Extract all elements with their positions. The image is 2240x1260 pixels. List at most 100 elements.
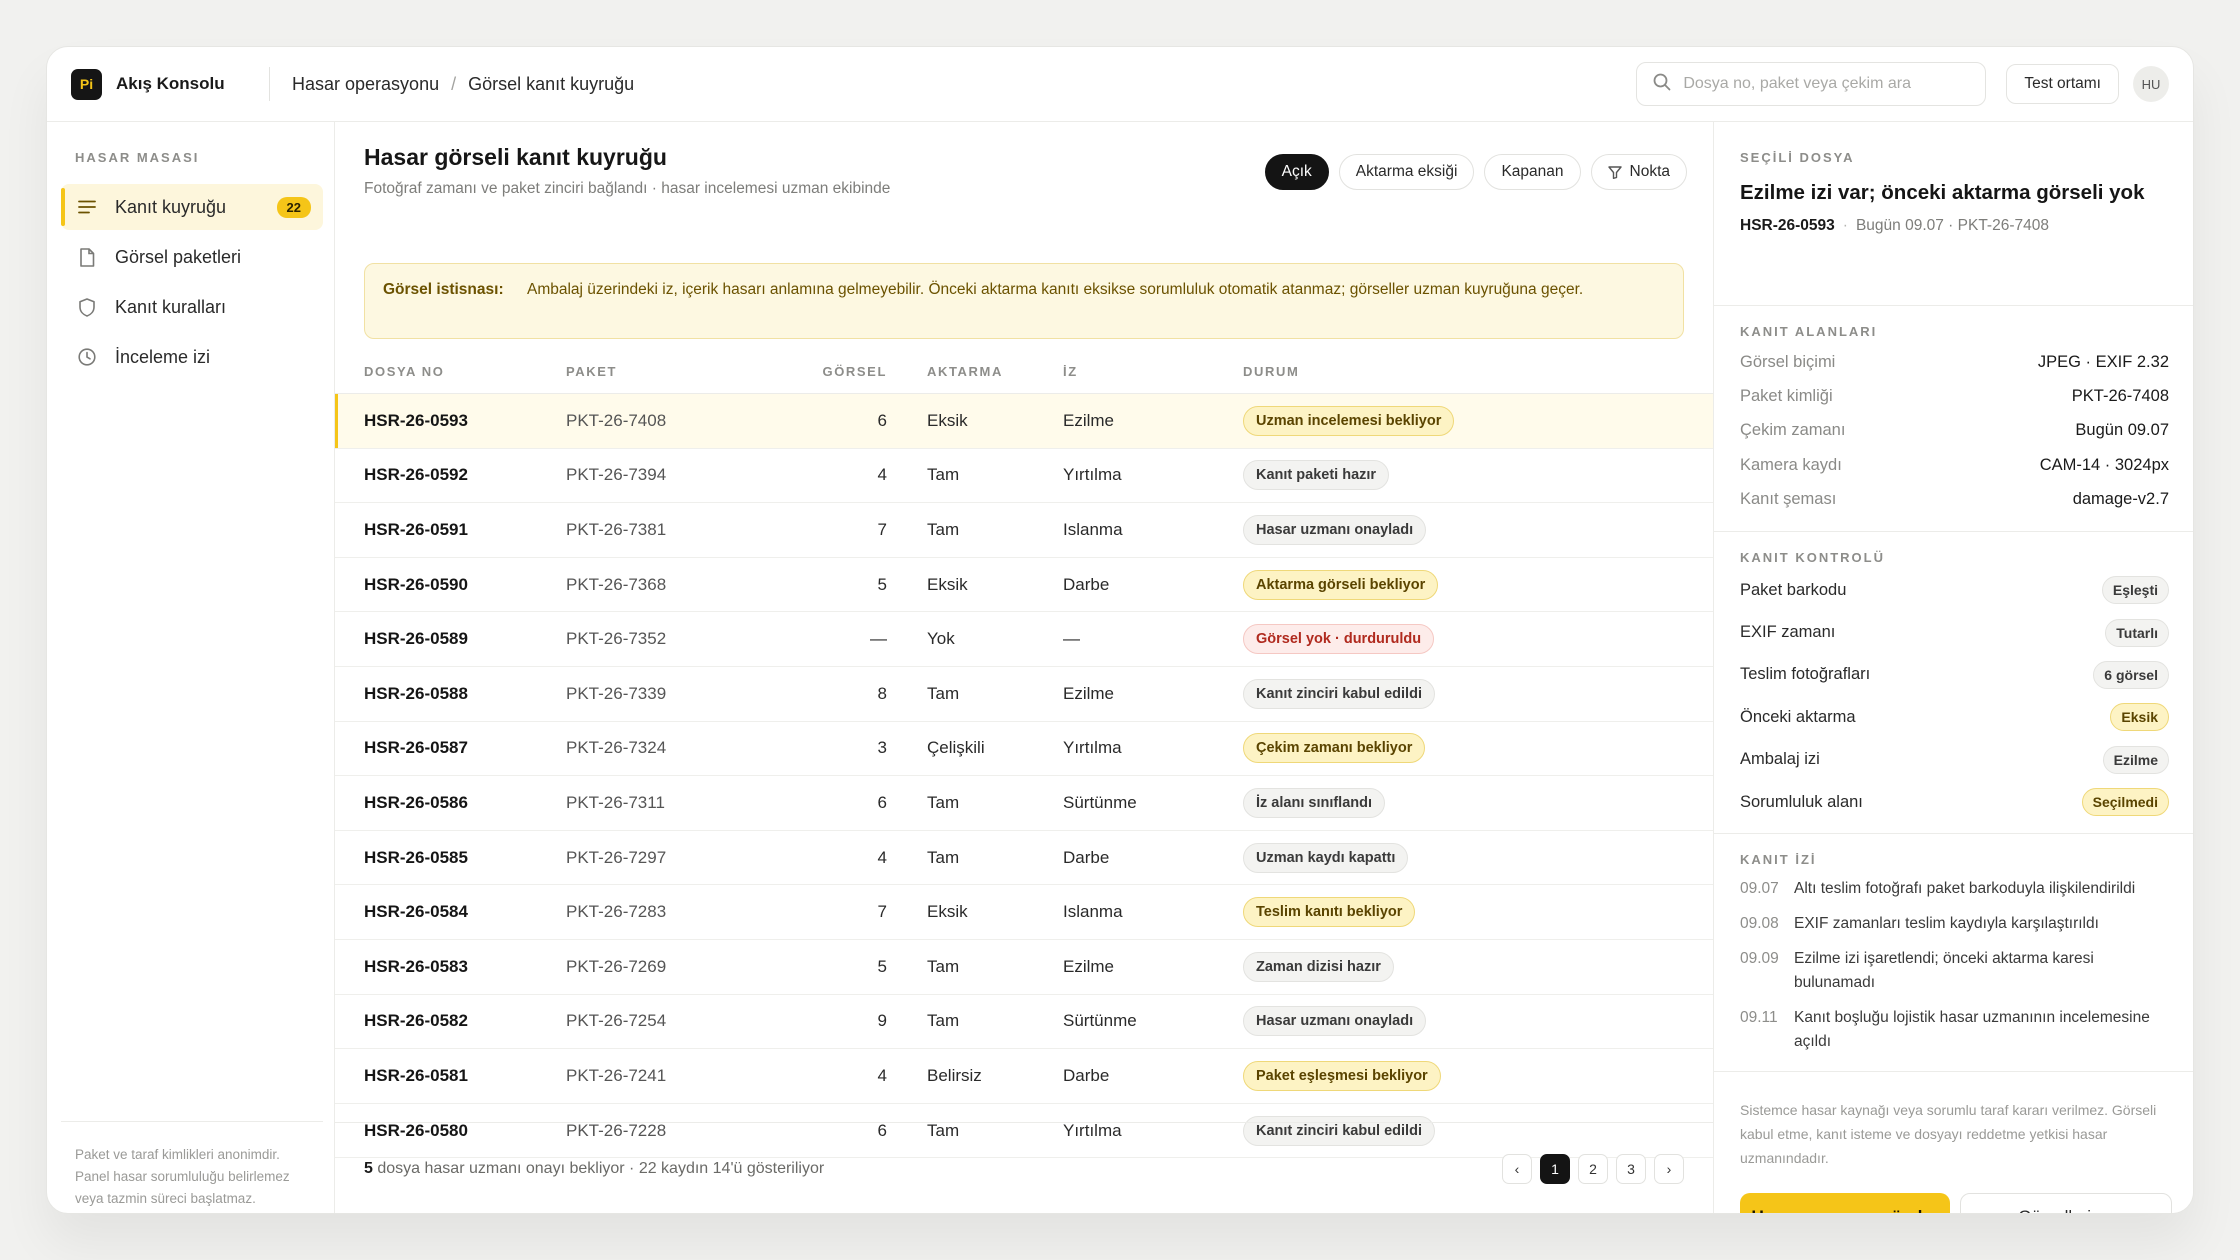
package-id: PKT-26-7368 <box>566 574 667 594</box>
page-3-button[interactable]: 3 <box>1616 1154 1646 1184</box>
trail-description: Ezilme izi işaretlendi; önceki aktarma k… <box>1794 950 2094 992</box>
table-row[interactable]: HSR-26-0586 PKT-26-7311 6 Tam Sürtünme İz ala… <box>335 776 1713 831</box>
status-cell: Görsel yok · durduruldu <box>1243 624 1713 655</box>
status-badge: Kanıt paketi hazır <box>1243 460 1390 491</box>
table-row[interactable]: HSR-26-0590 PKT-26-7368 5 Eksik Darbe Aktarma… <box>335 558 1713 613</box>
sidebar-item-image-packages[interactable]: Görsel paketleri <box>61 234 323 280</box>
table-row[interactable]: HSR-26-0587 PKT-26-7324 3 Çelişkili Yırtılma… <box>335 722 1713 777</box>
filter-point[interactable]: Nokta <box>1590 154 1687 190</box>
file-number: HSR-26-0592 <box>364 465 468 485</box>
next-page-button[interactable]: › <box>1654 1154 1684 1184</box>
check-badge: Tutarlı <box>2105 618 2169 647</box>
table-row[interactable]: HSR-26-0588 PKT-26-7339 8 Tam Ezilme Kanıt zi… <box>335 667 1713 722</box>
sidebar-item-evidence-queue[interactable]: Kanıt kuyruğu 22 <box>61 184 323 230</box>
image-exception-notice: Görsel istisnası: Ambalaj üzerindeki iz,… <box>364 263 1684 339</box>
sidebar-item-review-trail[interactable]: İnceleme izi <box>61 334 323 380</box>
file-number: HSR-26-0584 <box>364 902 468 922</box>
checks-label: KANIT KONTROLÜ <box>1740 549 1885 565</box>
evidence-check: Önceki aktarma Eksik <box>1740 696 2169 738</box>
transfer-status: Tam <box>927 956 960 976</box>
filter-closed[interactable]: Kapanan <box>1484 154 1581 190</box>
trail-description: Altı teslim fotoğrafı paket barkoduyla i… <box>1794 880 2136 898</box>
evidence-fields: KANIT ALANLARI Görsel biçimi JPEG · EXIF … <box>1714 306 2193 532</box>
table-row[interactable]: HSR-26-0584 PKT-26-7283 7 Eksik Islanma Tesli… <box>335 885 1713 940</box>
image-count: 4 <box>877 1065 887 1085</box>
status-badge: Aktarma görseli bekliyor <box>1243 569 1439 600</box>
status-badge: Uzman kaydı kapattı <box>1243 842 1409 873</box>
transfer-status: Yok <box>927 629 955 649</box>
status-badge: Hasar uzmanı onayladı <box>1243 514 1427 545</box>
check-key: Teslim fotoğrafları <box>1740 665 1871 684</box>
open-images-button[interactable]: Görselleri aç <box>1960 1193 2172 1213</box>
page-1-button[interactable]: 1 <box>1540 1154 1570 1184</box>
filter-transfer-missing[interactable]: Aktarma eksiği <box>1338 154 1475 190</box>
field-key: Görsel biçimi <box>1740 352 1836 371</box>
evidence-field: Paket kimliği PKT-26-7408 <box>1740 379 2169 413</box>
selected-file-meta: HSR-26-0593 · Bugün 09.07 · PKT-26-7408 <box>1740 217 2169 235</box>
table-row[interactable]: HSR-26-0589 PKT-26-7352 — Yok — Görsel yok · … <box>335 612 1713 667</box>
status-badge: İz alanı sınıflandı <box>1243 787 1386 818</box>
selected-file-header: SEÇİLİ DOSYA Ezilme izi var; önceki akta… <box>1714 122 2193 306</box>
panel-section-label: SEÇİLİ DOSYA <box>1740 150 1855 165</box>
environment-button[interactable]: Test ortamı <box>2006 64 2119 104</box>
prev-page-button[interactable]: ‹ <box>1502 1154 1532 1184</box>
sidebar-item-label: Kanıt kuyruğu <box>115 196 227 217</box>
table-row[interactable]: HSR-26-0583 PKT-26-7269 5 Tam Ezilme Zaman di… <box>335 940 1713 995</box>
damage-mark: — <box>1063 629 1080 649</box>
status-badge: Görsel yok · durduruldu <box>1243 624 1435 655</box>
image-count: 8 <box>877 683 887 703</box>
transfer-status: Tam <box>927 683 960 703</box>
column-status[interactable]: DURUM <box>1243 364 1713 379</box>
transfer-status: Eksik <box>927 902 968 922</box>
evidence-check: Ambalaj izi Ezilme <box>1740 739 2169 781</box>
list-icon <box>77 197 97 217</box>
status-cell: Çekim zamanı bekliyor <box>1243 733 1713 764</box>
status-cell: Teslim kanıtı bekliyor <box>1243 897 1713 928</box>
transfer-status: Belirsiz <box>927 1065 982 1085</box>
damage-mark: Islanma <box>1063 902 1123 922</box>
search-box[interactable] <box>1636 62 1987 106</box>
trail-time: 09.07 <box>1740 880 1779 898</box>
package-id: PKT-26-7297 <box>566 847 667 867</box>
file-number: HSR-26-0590 <box>364 574 468 594</box>
table-row[interactable]: HSR-26-0593 PKT-26-7408 6 Eksik Ezilme Uzman … <box>335 394 1713 449</box>
trail-time: 09.09 <box>1740 950 1779 968</box>
status-cell: Zaman dizisi hazır <box>1243 951 1713 982</box>
filter-open[interactable]: Açık <box>1264 154 1329 190</box>
sidebar-item-evidence-rules[interactable]: Kanıt kuralları <box>61 284 323 330</box>
page-2-button[interactable]: 2 <box>1578 1154 1608 1184</box>
status-cell: Hasar uzmanı onayladı <box>1243 1006 1713 1037</box>
damage-mark: Ezilme <box>1063 410 1115 430</box>
damage-mark: Darbe <box>1063 574 1110 594</box>
status-badge: Uzman incelemesi bekliyor <box>1243 405 1455 436</box>
send-to-expert-button[interactable]: Uzman onayına gönder <box>1740 1193 1950 1213</box>
transfer-status: Çelişkili <box>927 738 985 758</box>
table-row[interactable]: HSR-26-0581 PKT-26-7241 4 Belirsiz Darbe Pake… <box>335 1049 1713 1104</box>
selected-file-title: Ezilme izi var; önceki aktarma görseli y… <box>1740 181 2145 204</box>
brand[interactable]: Pi Akış Konsolu <box>47 68 247 100</box>
status-cell: Kanıt paketi hazır <box>1243 460 1713 491</box>
status-cell: Hasar uzmanı onayladı <box>1243 514 1713 545</box>
page-subtitle: Fotoğraf zamanı ve paket zinciri bağland… <box>364 180 891 197</box>
check-key: Sorumluluk alanı <box>1740 792 1863 811</box>
trail-description: EXIF zamanları teslim kaydıyla karşılaşt… <box>1794 915 2099 933</box>
selected-file-id: HSR-26-0593 <box>1740 217 1835 234</box>
table-row[interactable]: HSR-26-0585 PKT-26-7297 4 Tam Darbe Uzman kay… <box>335 831 1713 886</box>
column-transfer[interactable]: AKTARMA <box>887 364 1063 379</box>
table-row[interactable]: HSR-26-0582 PKT-26-7254 9 Tam Sürtünme Hasar … <box>335 995 1713 1050</box>
package-id: PKT-26-7339 <box>566 683 667 703</box>
avatar[interactable]: HU <box>2133 66 2169 102</box>
evidence-trail: KANIT İZİ 09.07 Altı teslim fotoğrafı pak… <box>1714 834 2193 1073</box>
column-package[interactable]: PAKET <box>565 364 785 379</box>
column-images[interactable]: GÖRSEL <box>785 364 887 379</box>
breadcrumb-item-parent[interactable]: Hasar operasyonu <box>292 74 439 95</box>
evidence-field: Kanıt şeması damage-v2.7 <box>1740 483 2169 517</box>
table-row[interactable]: HSR-26-0592 PKT-26-7394 4 Tam Yırtılma Kanıt … <box>335 449 1713 504</box>
table-row[interactable]: HSR-26-0591 PKT-26-7381 7 Tam Islanma Hasar u… <box>335 503 1713 558</box>
column-mark[interactable]: İZ <box>1063 364 1243 379</box>
search-input[interactable] <box>1683 75 1974 93</box>
filter-label: Nokta <box>1629 163 1671 180</box>
column-file-no[interactable]: DOSYA NO <box>335 364 565 379</box>
damage-mark: Sürtünme <box>1063 1011 1137 1031</box>
file-number: HSR-26-0587 <box>364 738 468 758</box>
